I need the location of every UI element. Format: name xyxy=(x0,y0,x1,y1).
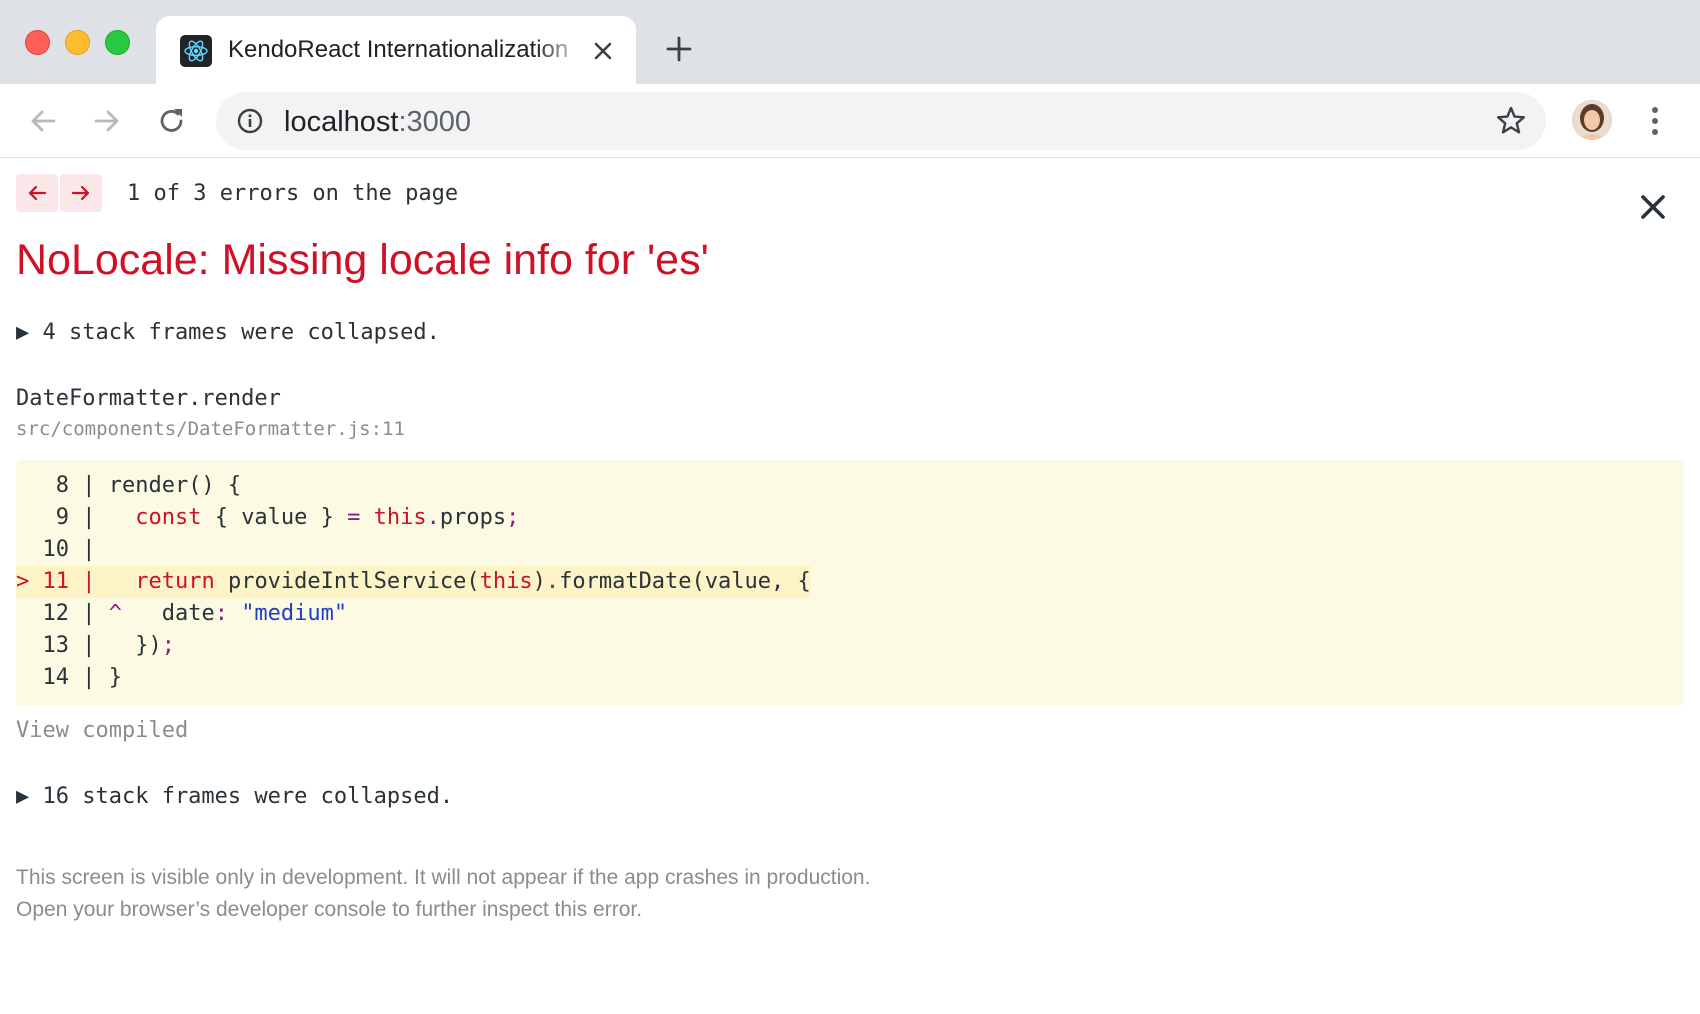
browser-tab[interactable]: KendoReact Internationalization xyxy=(156,16,636,84)
tab-title: KendoReact Internationalization xyxy=(228,36,569,63)
browser-toolbar: localhost:3000 xyxy=(0,84,1700,158)
stack-frame-file-link[interactable]: src/components/DateFormatter.js:11 xyxy=(16,418,405,440)
window-close-button[interactable] xyxy=(25,30,50,55)
address-bar[interactable]: localhost:3000 xyxy=(216,92,1546,150)
code-line: 8 | render() { xyxy=(16,473,242,498)
code-line: 10 | xyxy=(16,537,109,562)
footer-note: This screen is visible only in developme… xyxy=(16,866,871,889)
code-line: 12 | ^ date: "medium" xyxy=(16,601,348,626)
collapsed-frames-toggle[interactable]: ▶ 16 stack frames were collapsed. xyxy=(16,784,453,809)
close-icon[interactable] xyxy=(1638,192,1668,222)
code-line: 14 | } xyxy=(16,665,122,690)
back-icon[interactable] xyxy=(26,104,60,138)
error-count: 1 of 3 errors on the page xyxy=(127,181,459,206)
tab-strip: KendoReact Internationalization xyxy=(0,0,1700,84)
info-icon[interactable] xyxy=(236,107,264,135)
url-port: :3000 xyxy=(398,106,472,138)
error-navigation xyxy=(16,174,102,212)
tab-close-icon[interactable] xyxy=(590,38,616,64)
code-line-highlighted: > 11 | return provideIntlService(this).f… xyxy=(16,566,811,598)
view-compiled-link[interactable]: View compiled xyxy=(16,718,188,743)
code-snippet: 8 | render() { 9 | const { value } = thi… xyxy=(16,460,1684,706)
stack-frame-function: DateFormatter.render xyxy=(16,386,281,411)
kebab-menu-icon[interactable] xyxy=(1640,102,1670,140)
forward-icon[interactable] xyxy=(90,104,124,138)
new-tab-icon[interactable] xyxy=(664,34,694,64)
previous-error-button[interactable] xyxy=(16,174,58,212)
code-line: 9 | const { value } = this.props; xyxy=(16,505,520,530)
url-host: localhost xyxy=(284,106,399,138)
arrow-right-icon xyxy=(71,185,90,201)
window-minimize-button[interactable] xyxy=(65,30,90,55)
react-favicon-icon xyxy=(180,35,212,67)
footer-note: Open your browser’s developer console to… xyxy=(16,898,643,921)
collapsed-frames-toggle[interactable]: ▶ 4 stack frames were collapsed. xyxy=(16,320,440,345)
arrow-left-icon xyxy=(28,185,47,201)
url-text[interactable]: localhost:3000 xyxy=(284,106,471,139)
error-title: NoLocale: Missing locale info for 'es' xyxy=(16,236,709,284)
next-error-button[interactable] xyxy=(60,174,102,212)
star-icon[interactable] xyxy=(1494,104,1528,138)
window-zoom-button[interactable] xyxy=(105,30,130,55)
reload-icon[interactable] xyxy=(155,104,189,138)
avatar[interactable] xyxy=(1572,100,1612,140)
code-line: 13 | }); xyxy=(16,633,175,658)
